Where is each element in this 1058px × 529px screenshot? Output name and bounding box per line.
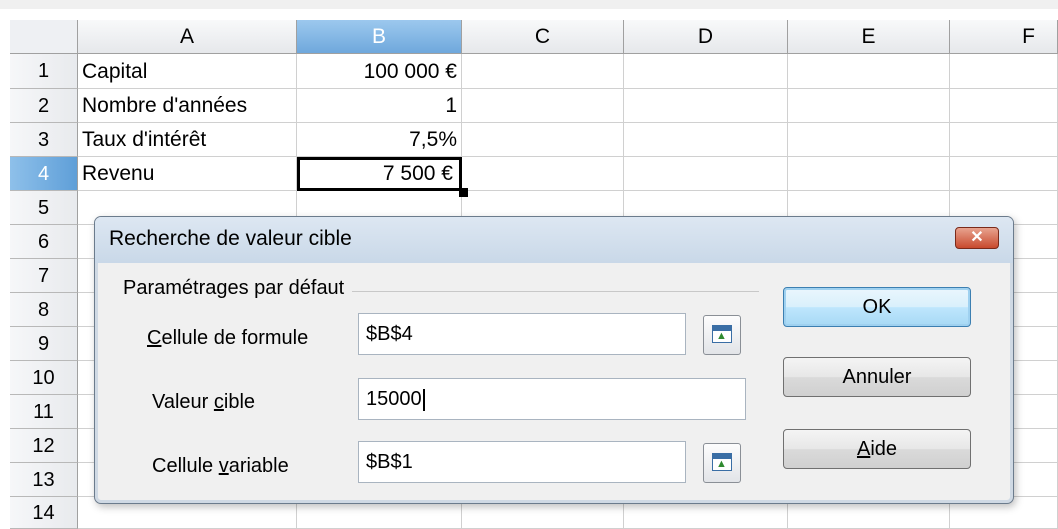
- dialog-titlebar[interactable]: Recherche de valeur cible ✕: [95, 217, 1013, 263]
- goal-seek-dialog: Recherche de valeur cible ✕ Paramétrages…: [94, 216, 1014, 504]
- cell-b4[interactable]: 7 500 €: [297, 157, 462, 191]
- column-header-e[interactable]: E: [788, 20, 950, 54]
- cell-f3[interactable]: [950, 123, 1058, 157]
- variable-cell-label: Cellule variable: [152, 455, 289, 477]
- help-button[interactable]: Aide: [783, 429, 971, 469]
- column-header-a[interactable]: A: [78, 20, 297, 54]
- cell-e4[interactable]: [788, 157, 950, 191]
- shrink-reference-icon: ▲: [712, 453, 732, 471]
- cell-f4[interactable]: [950, 157, 1058, 191]
- cell-b2[interactable]: 1: [297, 89, 462, 123]
- column-header-d[interactable]: D: [624, 20, 788, 54]
- cell-d2[interactable]: [624, 89, 788, 123]
- cell-d4[interactable]: [624, 157, 788, 191]
- cell-d1[interactable]: [624, 54, 788, 89]
- formula-cell-label: Cellule de formule: [147, 327, 309, 349]
- cell-a4[interactable]: Revenu: [78, 157, 297, 191]
- target-value-label: Valeur cible: [152, 391, 256, 413]
- formula-cell-input[interactable]: $B$4: [358, 313, 686, 355]
- dialog-body: Paramétrages par défaut Cellule de formu…: [103, 263, 1005, 495]
- cell-c2[interactable]: [462, 89, 624, 123]
- dialog-title: Recherche de valeur cible: [109, 227, 352, 250]
- target-value-input[interactable]: 15000: [358, 378, 746, 420]
- cell-f2[interactable]: [950, 89, 1058, 123]
- cell-e3[interactable]: [788, 123, 950, 157]
- cancel-button[interactable]: Annuler: [783, 357, 971, 397]
- cell-c4[interactable]: [462, 157, 624, 191]
- row-header-11[interactable]: 11: [10, 395, 78, 429]
- shrink-reference-icon: ▲: [712, 325, 732, 343]
- cell-a2[interactable]: Nombre d'années: [78, 89, 297, 123]
- ok-button[interactable]: OK: [783, 287, 971, 327]
- toolbar-strip: [0, 0, 1058, 9]
- variable-cell-shrink-button[interactable]: ▲: [703, 443, 741, 483]
- column-header-f[interactable]: F: [950, 20, 1058, 54]
- cell-f1[interactable]: [950, 54, 1058, 89]
- row-header-13[interactable]: 13: [10, 463, 78, 497]
- cell-e2[interactable]: [788, 89, 950, 123]
- row-header-8[interactable]: 8: [10, 293, 78, 327]
- row-header-2[interactable]: 2: [10, 89, 78, 123]
- cell-b1[interactable]: 100 000 €: [297, 54, 462, 89]
- row-header-9[interactable]: 9: [10, 327, 78, 361]
- column-header-b[interactable]: B: [297, 20, 462, 54]
- cell-a1[interactable]: Capital: [78, 54, 297, 89]
- cell-c1[interactable]: [462, 54, 624, 89]
- row-header-7[interactable]: 7: [10, 259, 78, 293]
- cell-e1[interactable]: [788, 54, 950, 89]
- row-header-1[interactable]: 1: [10, 54, 78, 89]
- close-icon[interactable]: ✕: [955, 227, 999, 249]
- row-header-6[interactable]: 6: [10, 225, 78, 259]
- row-header-5[interactable]: 5: [10, 191, 78, 225]
- row-header-12[interactable]: 12: [10, 429, 78, 463]
- column-header-c[interactable]: C: [462, 20, 624, 54]
- group-label: Paramétrages par défaut: [123, 277, 353, 300]
- variable-cell-input[interactable]: $B$1: [358, 441, 686, 483]
- row-header-10[interactable]: 10: [10, 361, 78, 395]
- cell-c3[interactable]: [462, 123, 624, 157]
- row-header-4[interactable]: 4: [10, 157, 78, 191]
- row-header-3[interactable]: 3: [10, 123, 78, 157]
- fill-handle[interactable]: [459, 188, 468, 197]
- cell-a3[interactable]: Taux d'intérêt: [78, 123, 297, 157]
- row-header-14[interactable]: 14: [10, 497, 78, 529]
- cell-b3[interactable]: 7,5%: [297, 123, 462, 157]
- cell-d3[interactable]: [624, 123, 788, 157]
- select-all-corner[interactable]: [10, 20, 78, 54]
- text-caret: [422, 388, 425, 411]
- formula-cell-shrink-button[interactable]: ▲: [703, 315, 741, 355]
